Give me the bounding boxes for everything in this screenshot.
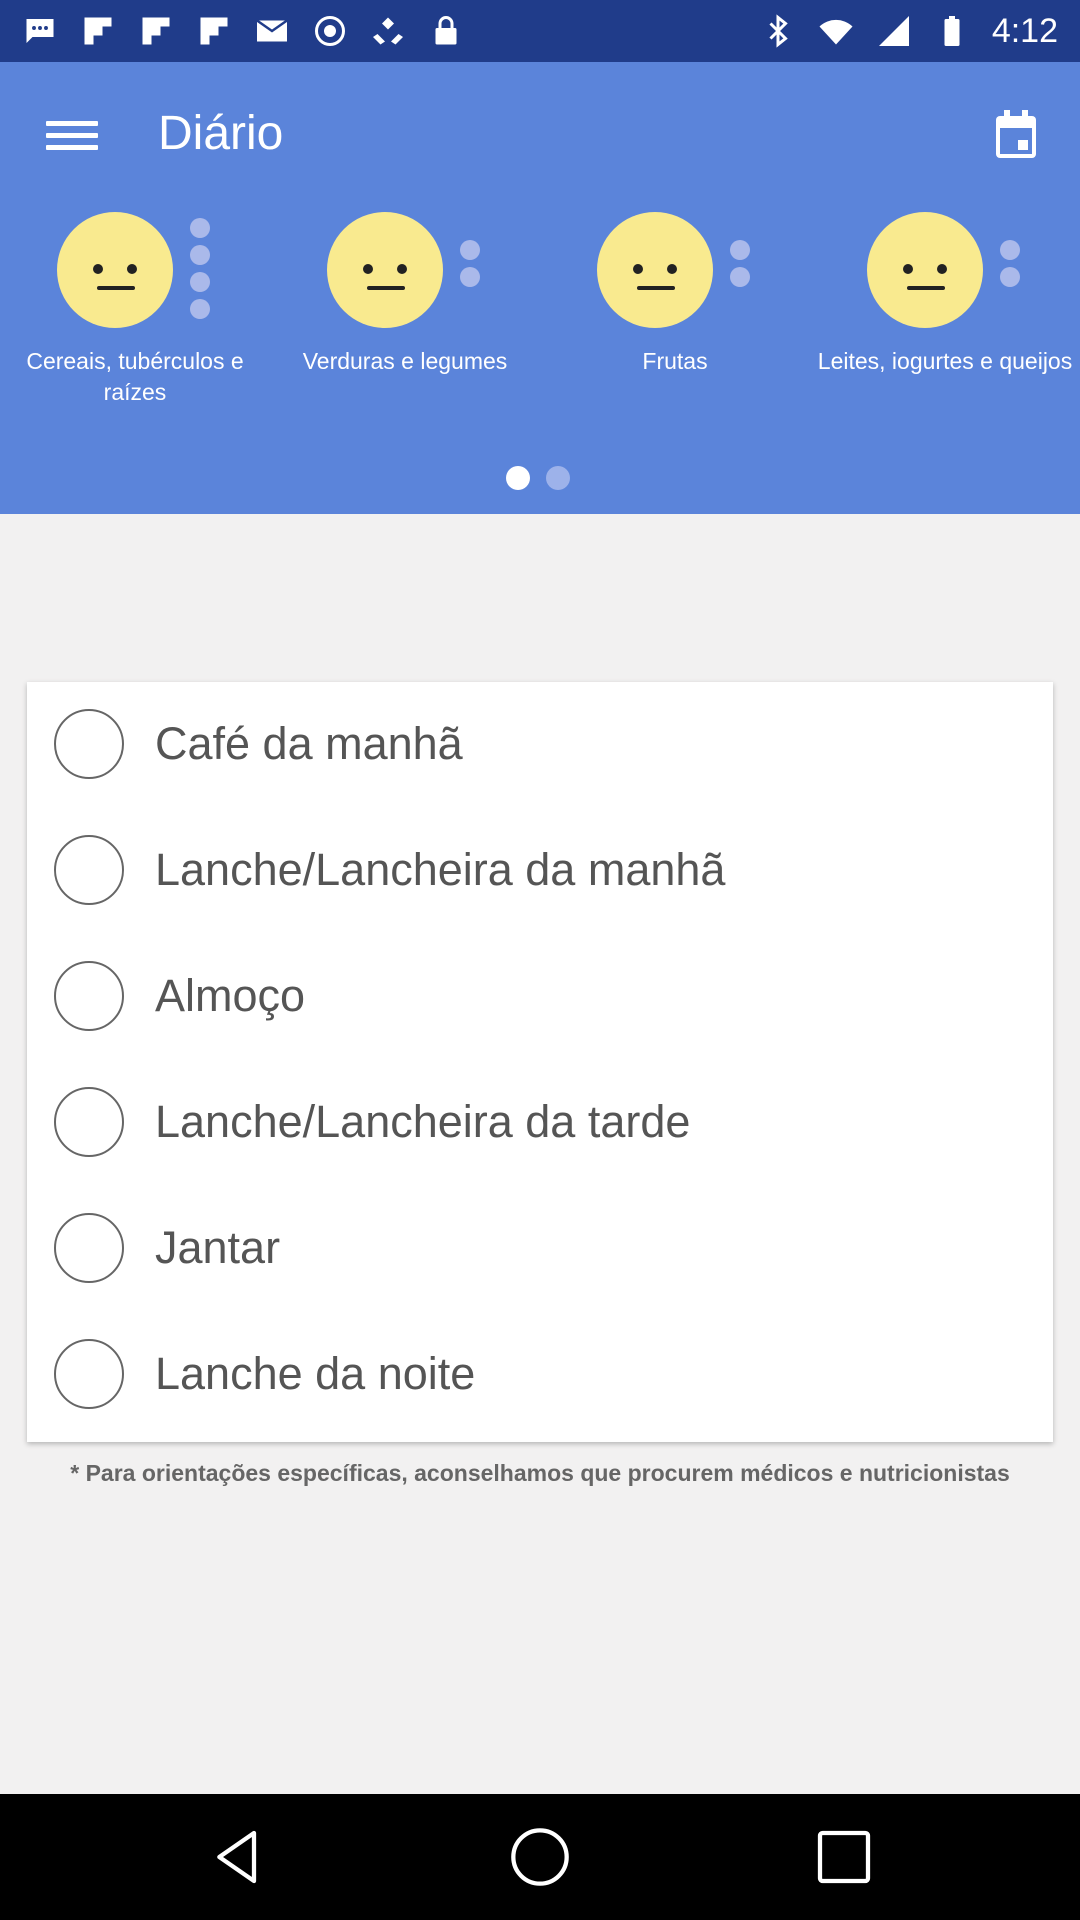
hamburger-menu-icon[interactable] (46, 114, 98, 162)
neutral-face-icon (597, 212, 713, 328)
meal-item-jantar[interactable]: Jantar (27, 1186, 1053, 1312)
meal-item-almoco[interactable]: Almoço (27, 934, 1053, 1060)
meal-checkbox[interactable] (54, 1087, 124, 1157)
level-dots-icon (730, 240, 752, 294)
signal-icon (878, 16, 909, 46)
email-icon (256, 19, 288, 42)
meal-checkbox[interactable] (54, 1213, 124, 1283)
meal-label: Café da manhã (155, 718, 463, 769)
meal-label: Lanche da noite (155, 1348, 476, 1399)
meal-label: Lanche/Lancheira da manhã (155, 844, 726, 895)
page-dot (546, 466, 570, 490)
food-group-label: Verduras e legumes (302, 348, 508, 374)
bluetooth-icon (769, 14, 788, 48)
meal-item-lanche-noite[interactable]: Lanche da noite (27, 1312, 1053, 1438)
level-dots-icon (460, 240, 482, 294)
flipboard-icon (84, 17, 112, 45)
fake-gps-icon (373, 17, 403, 45)
disclaimer-footnote: * Para orientações específicas, aconselh… (70, 1460, 1010, 1486)
meal-checkbox[interactable] (54, 835, 124, 905)
flipboard-icon (200, 17, 228, 45)
meal-label: Almoço (155, 970, 306, 1021)
home-icon[interactable] (508, 1825, 572, 1889)
clock: 4:12 (991, 11, 1058, 50)
page-dot-active (506, 466, 530, 490)
food-group-label: Leites, iogurtes e queijos (817, 348, 1073, 374)
meal-item-lanche-tarde[interactable]: Lanche/Lancheira da tarde (27, 1060, 1053, 1186)
status-bar: 4:12 (0, 0, 1080, 62)
meal-checkbox[interactable] (54, 961, 124, 1031)
messages-icon (26, 19, 54, 43)
meals-card: Café da manhã Lanche/Lancheira da manhã … (27, 682, 1053, 1442)
recents-icon[interactable] (812, 1825, 876, 1889)
food-group-cereais[interactable]: Cereais, tubérculos e raízes (0, 212, 270, 442)
food-group-label: Frutas (642, 348, 708, 374)
back-icon[interactable] (206, 1825, 270, 1889)
food-group-label: Cereais, tubérculos e raízes (26, 348, 244, 405)
neutral-face-icon (867, 212, 983, 328)
flipboard-icon (142, 17, 170, 45)
level-dots-icon (190, 218, 212, 326)
navigation-bar (0, 1794, 1080, 1920)
food-group-leites[interactable]: Leites, iogurtes e queijos (810, 212, 1080, 442)
meal-checkbox[interactable] (54, 1339, 124, 1409)
level-dots-icon (1000, 240, 1022, 294)
lock-icon (435, 16, 457, 45)
page-indicator (506, 466, 570, 490)
diary-header: Diário Cereais, tubérculos e raízes Verd… (0, 62, 1080, 514)
battery-icon (944, 16, 960, 46)
wifi-icon (819, 19, 853, 45)
meal-item-cafe-da-manha[interactable]: Café da manhã (27, 682, 1053, 808)
food-group-verduras[interactable]: Verduras e legumes (270, 212, 540, 442)
page-title: Diário (158, 107, 284, 160)
do-not-disturb-icon (315, 16, 345, 46)
food-group-carousel[interactable]: Cereais, tubérculos e raízes Verduras e … (0, 212, 1080, 442)
food-group-frutas[interactable]: Frutas (540, 212, 810, 442)
meal-label: Lanche/Lancheira da tarde (155, 1096, 691, 1147)
neutral-face-icon (57, 212, 173, 328)
meal-checkbox[interactable] (54, 709, 124, 779)
neutral-face-icon (327, 212, 443, 328)
calendar-icon[interactable] (992, 108, 1040, 160)
meal-label: Jantar (155, 1222, 281, 1273)
meal-item-lanche-manha[interactable]: Lanche/Lancheira da manhã (27, 808, 1053, 934)
